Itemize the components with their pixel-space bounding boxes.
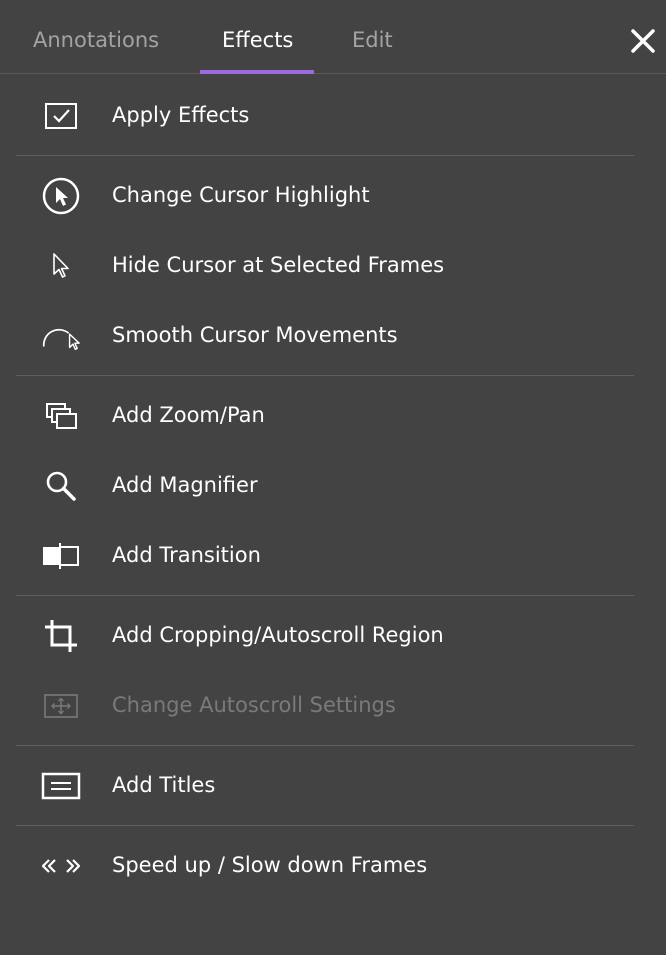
- checkbox-checked-icon: [40, 98, 82, 134]
- tab-effects[interactable]: Effects: [222, 28, 293, 52]
- add-zoom-pan-label: Add Zoom/Pan: [112, 403, 265, 427]
- apply-effects-label: Apply Effects: [112, 103, 250, 127]
- add-cropping-label: Add Cropping/Autoscroll Region: [112, 623, 444, 647]
- hide-cursor-item[interactable]: Hide Cursor at Selected Frames: [0, 236, 666, 296]
- tab-annotations[interactable]: Annotations: [33, 28, 159, 52]
- add-magnifier-item[interactable]: Add Magnifier: [0, 456, 666, 516]
- add-titles-item[interactable]: Add Titles: [0, 756, 666, 816]
- divider: [16, 155, 634, 156]
- transition-icon: [40, 538, 82, 574]
- change-autoscroll-settings-label: Change Autoscroll Settings: [112, 693, 396, 717]
- divider: [16, 375, 634, 376]
- add-magnifier-label: Add Magnifier: [112, 473, 258, 497]
- active-tab-indicator: [200, 70, 314, 74]
- titles-icon: [40, 768, 82, 804]
- magnifier-icon: [40, 468, 82, 504]
- speed-frames-label: Speed up / Slow down Frames: [112, 853, 428, 877]
- cursor-highlight-icon: [40, 177, 82, 215]
- tab-edit[interactable]: Edit: [352, 28, 393, 52]
- zoom-pan-icon: [40, 398, 82, 434]
- divider: [16, 745, 634, 746]
- add-titles-label: Add Titles: [112, 773, 216, 797]
- divider: [16, 825, 634, 826]
- tab-bar: Annotations Effects Edit: [0, 0, 666, 74]
- smooth-cursor-label: Smooth Cursor Movements: [112, 323, 398, 347]
- change-cursor-highlight-label: Change Cursor Highlight: [112, 183, 370, 207]
- smooth-cursor-icon: [40, 318, 82, 354]
- autoscroll-icon: [40, 688, 82, 724]
- cursor-arrow-icon: [40, 248, 82, 284]
- add-transition-label: Add Transition: [112, 543, 261, 567]
- change-autoscroll-settings-item[interactable]: Change Autoscroll Settings: [0, 676, 666, 736]
- apply-effects-item[interactable]: Apply Effects: [0, 86, 666, 146]
- speed-frames-item[interactable]: Speed up / Slow down Frames: [0, 836, 666, 896]
- close-icon: [631, 29, 655, 53]
- add-transition-item[interactable]: Add Transition: [0, 526, 666, 586]
- divider: [16, 595, 634, 596]
- crop-icon: [40, 618, 82, 654]
- hide-cursor-label: Hide Cursor at Selected Frames: [112, 253, 445, 277]
- change-cursor-highlight-item[interactable]: Change Cursor Highlight: [0, 166, 666, 226]
- smooth-cursor-item[interactable]: Smooth Cursor Movements: [0, 306, 666, 366]
- speed-icon: [40, 848, 82, 884]
- add-zoom-pan-item[interactable]: Add Zoom/Pan: [0, 386, 666, 446]
- add-cropping-item[interactable]: Add Cropping/Autoscroll Region: [0, 606, 666, 666]
- close-button[interactable]: [628, 26, 658, 56]
